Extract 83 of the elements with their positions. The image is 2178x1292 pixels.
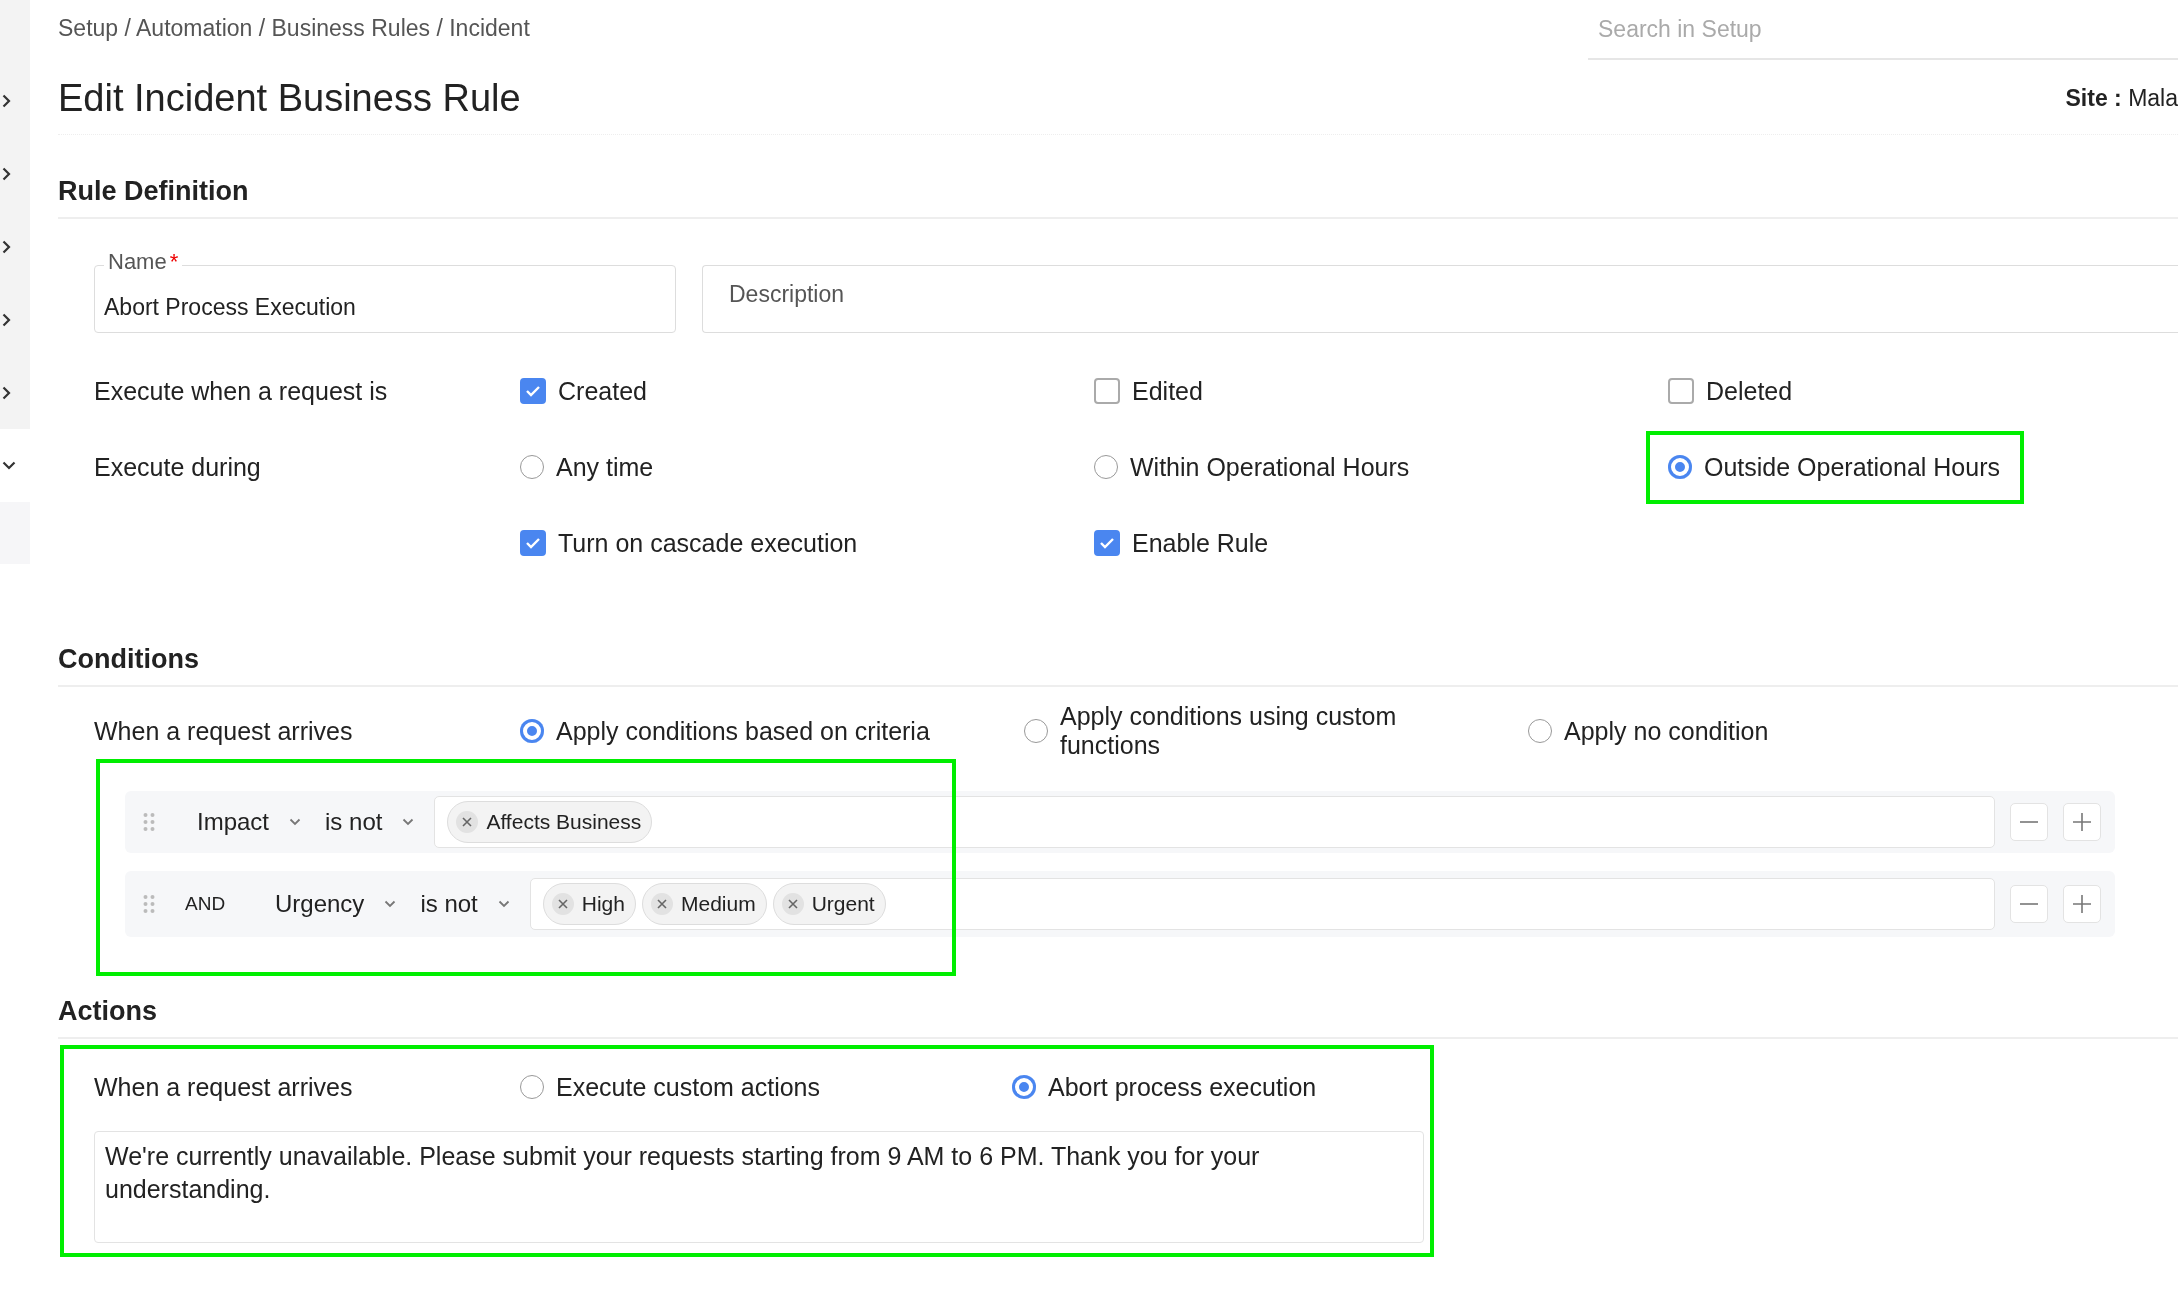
radio-button[interactable] xyxy=(520,1075,544,1099)
breadcrumb: Setup / Automation / Business Rules / Incident xyxy=(58,14,531,43)
checkbox-label: Enable Rule xyxy=(1132,528,1269,558)
checkbox-label: Deleted xyxy=(1706,376,1793,406)
chevron-right-icon xyxy=(2,166,11,181)
chip-label: Affects Business xyxy=(486,810,642,834)
value-chip[interactable]: Urgent xyxy=(772,883,886,925)
operator-dropdown[interactable]: is not xyxy=(408,890,522,918)
row-label: When a request arrives xyxy=(94,1072,354,1102)
add-row-button[interactable] xyxy=(2063,803,2101,841)
radio-label: Any time xyxy=(556,452,654,482)
values-field[interactable]: Affects Business xyxy=(434,796,1995,848)
radio-button[interactable] xyxy=(520,455,544,479)
radio-label: Apply conditions using custom functions xyxy=(1060,702,1398,760)
chip-label: High xyxy=(581,892,625,916)
checkbox[interactable] xyxy=(520,530,546,556)
row-label: Execute during xyxy=(94,452,261,482)
check-icon xyxy=(1099,537,1115,549)
caret-icon xyxy=(497,900,510,908)
field-dropdown[interactable]: Urgency xyxy=(263,890,409,918)
drag-handle-icon[interactable] xyxy=(143,812,155,832)
description-field[interactable]: Description xyxy=(702,265,2178,333)
field-value: Abort Process Execution xyxy=(104,294,357,321)
remove-icon[interactable] xyxy=(650,893,673,915)
section-heading: Conditions xyxy=(58,593,2178,687)
caret-icon xyxy=(402,818,415,826)
drag-handle-icon[interactable] xyxy=(143,894,155,914)
checkbox-label: Created xyxy=(558,376,647,406)
plus-icon xyxy=(2073,895,2091,913)
checkbox-label: Turn on cascade execution xyxy=(558,528,858,558)
check-icon xyxy=(525,385,541,397)
chevron-right-icon xyxy=(2,239,11,254)
remove-icon[interactable] xyxy=(781,893,804,915)
plus-icon xyxy=(2073,813,2091,831)
values-field[interactable]: High Medium Urgent xyxy=(529,878,1995,930)
add-row-button[interactable] xyxy=(2063,885,2101,923)
remove-icon[interactable] xyxy=(456,811,479,833)
radio-button[interactable] xyxy=(1012,1075,1036,1099)
chevron-right-icon xyxy=(2,385,11,400)
chip-label: Medium xyxy=(680,892,756,916)
checkbox-label: Edited xyxy=(1132,376,1203,406)
radio-label: Execute custom actions xyxy=(556,1072,821,1102)
chevron-down-icon xyxy=(2,461,16,470)
minus-icon xyxy=(2020,903,2038,905)
remove-icon[interactable] xyxy=(551,893,574,915)
value-chip[interactable]: Medium xyxy=(641,883,767,925)
site-label: Site : Mala xyxy=(2065,84,2178,112)
remove-row-button[interactable] xyxy=(2010,885,2048,923)
radio-label: Outside Operational Hours xyxy=(1704,452,2000,482)
field-dropdown[interactable]: Impact xyxy=(185,808,314,836)
value-chip[interactable]: High xyxy=(542,883,636,925)
operator-dropdown[interactable]: is not xyxy=(313,808,427,836)
section-heading: Rule Definition xyxy=(58,135,2178,219)
row-label: When a request arrives xyxy=(94,716,354,746)
radio-label: Apply conditions based on criteria xyxy=(556,716,931,746)
radio-label: Within Operational Hours xyxy=(1130,452,1410,482)
connector-label: AND xyxy=(185,893,227,915)
checkbox[interactable] xyxy=(1094,378,1120,404)
remove-row-button[interactable] xyxy=(2010,803,2048,841)
check-icon xyxy=(525,537,541,549)
section-heading: Actions xyxy=(58,937,2178,1039)
radio-button[interactable] xyxy=(1024,719,1048,743)
radio-button[interactable] xyxy=(520,719,544,743)
radio-label: Apply no condition xyxy=(1564,716,1770,746)
message-field[interactable]: We're currently unavailable. Please submit your requests starting from 9 AM to 6 PM. Thank you for your understanding. xyxy=(94,1131,1424,1243)
minus-icon xyxy=(2020,821,2038,823)
checkbox[interactable] xyxy=(1668,378,1694,404)
name-field[interactable]: Name* Abort Process Execution xyxy=(94,249,676,333)
radio-button[interactable] xyxy=(1528,719,1552,743)
caret-icon xyxy=(289,818,302,826)
row-label: Execute when a request is xyxy=(94,376,388,406)
radio-label: Abort process execution xyxy=(1048,1072,1318,1102)
radio-button[interactable] xyxy=(1094,455,1118,479)
chevron-right-icon xyxy=(2,312,11,327)
page-title: Edit Incident Business Rule xyxy=(58,76,522,120)
checkbox[interactable] xyxy=(520,378,546,404)
checkbox[interactable] xyxy=(1094,530,1120,556)
value-chip[interactable]: Affects Business xyxy=(447,801,653,843)
caret-icon xyxy=(384,900,397,908)
radio-button[interactable] xyxy=(1668,455,1692,479)
chip-label: Urgent xyxy=(811,892,875,916)
sidebar-item[interactable] xyxy=(0,356,30,429)
chevron-right-icon xyxy=(2,93,11,108)
